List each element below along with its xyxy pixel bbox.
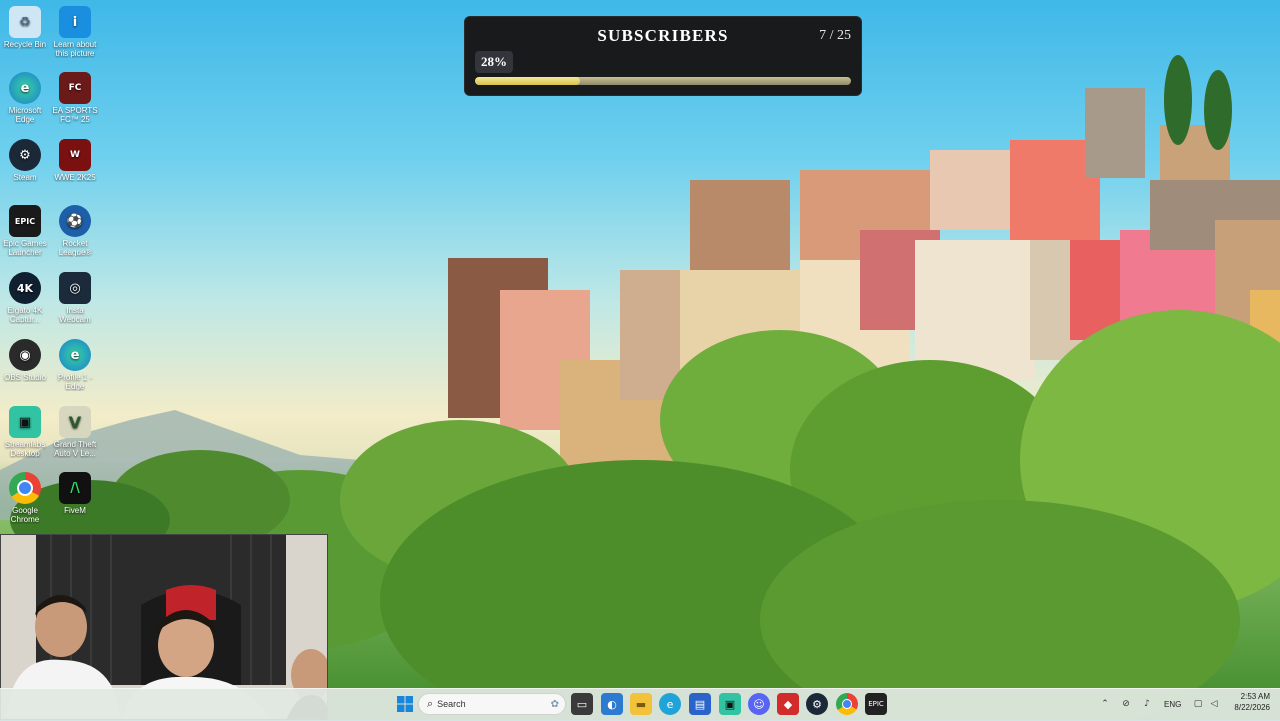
- subscriber-goal-widget: SUBSCRIBERS 7 / 25 28%: [464, 16, 862, 96]
- goal-progress-track: [475, 77, 851, 85]
- discord-icon: ☺: [753, 697, 765, 711]
- file-explorer-icon: ▬: [635, 697, 647, 711]
- edge-profile-icon: e: [59, 339, 91, 371]
- search-highlight-icon: ✿: [550, 698, 559, 710]
- ea-fc-icon: FC: [59, 72, 91, 104]
- taskbar-app-media[interactable]: ◆: [777, 693, 799, 715]
- search-icon: ⌕: [427, 697, 434, 710]
- taskbar: ⌕ Search ✿ ▭ ◐ ▬ e ▤ ▣ ☺ ◆ ⚙ EPIC ⌃ ⊘ ♪ …: [0, 688, 1280, 721]
- desktop-icon-learn-picture[interactable]: i Learn about this picture: [51, 6, 99, 58]
- webcam-icon: ◎: [59, 272, 91, 304]
- streamlabs-icon: ▣: [724, 697, 736, 711]
- desktop-icon-insta-webcam[interactable]: ◎ Insta Webcam: [51, 272, 99, 324]
- taskbar-app-chrome[interactable]: [836, 693, 858, 715]
- microphone-icon: ♪: [1144, 699, 1150, 709]
- desktop-icon-obs[interactable]: ◉ OBS Studio: [1, 339, 49, 382]
- desktop-icon-edge-profile[interactable]: e Profile 1 - Edge: [51, 339, 99, 391]
- network-icon: ⊘: [1122, 699, 1130, 709]
- streamlabs-icon: ▣: [9, 406, 41, 438]
- media-icon: ◆: [783, 697, 793, 711]
- taskbar-app-store[interactable]: ▤: [689, 693, 711, 715]
- desktop-icon-rocket-league[interactable]: ⚽ Rocket League®: [51, 205, 99, 257]
- windows-logo-icon: [397, 696, 413, 712]
- recycle-bin-icon: ♻: [9, 6, 41, 38]
- taskbar-app-file-explorer[interactable]: ▬: [630, 693, 652, 715]
- taskbar-search[interactable]: ⌕ Search ✿: [418, 693, 566, 715]
- tray-wifi[interactable]: ▢: [1192, 698, 1204, 710]
- edge-icon: e: [9, 72, 41, 104]
- taskbar-app-steam[interactable]: ⚙: [806, 693, 828, 715]
- tray-network[interactable]: ⊘: [1120, 698, 1132, 710]
- gta-icon: V: [59, 406, 91, 438]
- language-indicator[interactable]: ENG: [1164, 700, 1181, 709]
- start-button[interactable]: [394, 693, 416, 715]
- epic-games-icon: EPIC: [9, 205, 41, 237]
- desktop-icon-steam[interactable]: ⚙ Steam: [1, 139, 49, 182]
- volume-icon: ◁: [1210, 699, 1218, 709]
- store-icon: ▤: [694, 697, 706, 711]
- epic-games-icon: EPIC: [868, 700, 884, 708]
- tray-volume[interactable]: ◁: [1208, 698, 1220, 710]
- taskbar-app-edge[interactable]: e: [659, 693, 681, 715]
- tray-microphone[interactable]: ♪: [1141, 698, 1153, 710]
- desktop-icon-epic[interactable]: EPIC Epic Games Launcher: [1, 205, 49, 257]
- edge-icon: e: [666, 697, 674, 711]
- clock[interactable]: 2:53 AM 8/22/2026: [1226, 692, 1270, 712]
- wwe-icon: W: [59, 139, 91, 171]
- goal-progress-fill: [475, 77, 581, 85]
- obs-icon: ◉: [9, 339, 41, 371]
- desktop-icon-fivem[interactable]: /\ FiveM: [51, 472, 99, 515]
- desktop-icon-edge[interactable]: e Microsoft Edge: [1, 72, 49, 124]
- desktop-icon-streamlabs[interactable]: ▣ Streamlabs Desktop: [1, 406, 49, 458]
- steam-icon: ⚙: [812, 697, 822, 711]
- taskbar-app-discord[interactable]: ☺: [748, 693, 770, 715]
- desktop-icon-chrome[interactable]: Google Chrome: [1, 472, 49, 524]
- wifi-icon: ▢: [1193, 699, 1203, 709]
- info-icon: i: [59, 6, 91, 38]
- desktop-icon-elgato[interactable]: 4K Elgato 4K Captur...: [1, 272, 49, 324]
- taskbar-app-streamlabs[interactable]: ▣: [719, 693, 741, 715]
- tray-overflow-button[interactable]: ⌃: [1099, 698, 1111, 710]
- goal-count: 7 / 25: [819, 28, 851, 43]
- elgato-icon: 4K: [9, 272, 41, 304]
- clock-date: 8/22/2026: [1234, 703, 1270, 712]
- desktop-icon-wwe[interactable]: W WWE 2K25: [51, 139, 99, 182]
- desktop-icon-ea-fc[interactable]: FC EA SPORTS FC™ 25: [51, 72, 99, 124]
- chrome-icon: [842, 699, 852, 709]
- task-view-icon: ▭: [576, 697, 588, 711]
- desktop-icon-recycle-bin[interactable]: ♻ Recycle Bin: [1, 6, 49, 49]
- browser-icon: ◐: [607, 697, 617, 711]
- task-view-button[interactable]: ▭: [571, 693, 593, 715]
- fivem-icon: /\: [59, 472, 91, 504]
- steam-icon: ⚙: [9, 139, 41, 171]
- search-label: Search: [437, 699, 466, 709]
- clock-time: 2:53 AM: [1240, 692, 1270, 701]
- taskbar-app-epic[interactable]: EPIC: [865, 693, 887, 715]
- taskbar-app-browser[interactable]: ◐: [601, 693, 623, 715]
- chrome-icon: [9, 472, 41, 504]
- goal-title: SUBSCRIBERS: [597, 26, 729, 45]
- goal-percent-badge: 28%: [475, 51, 513, 73]
- chevron-up-icon: ⌃: [1101, 699, 1109, 709]
- desktop-icon-gta[interactable]: V Grand Theft Auto V Le...: [51, 406, 99, 458]
- rocket-league-icon: ⚽: [59, 205, 91, 237]
